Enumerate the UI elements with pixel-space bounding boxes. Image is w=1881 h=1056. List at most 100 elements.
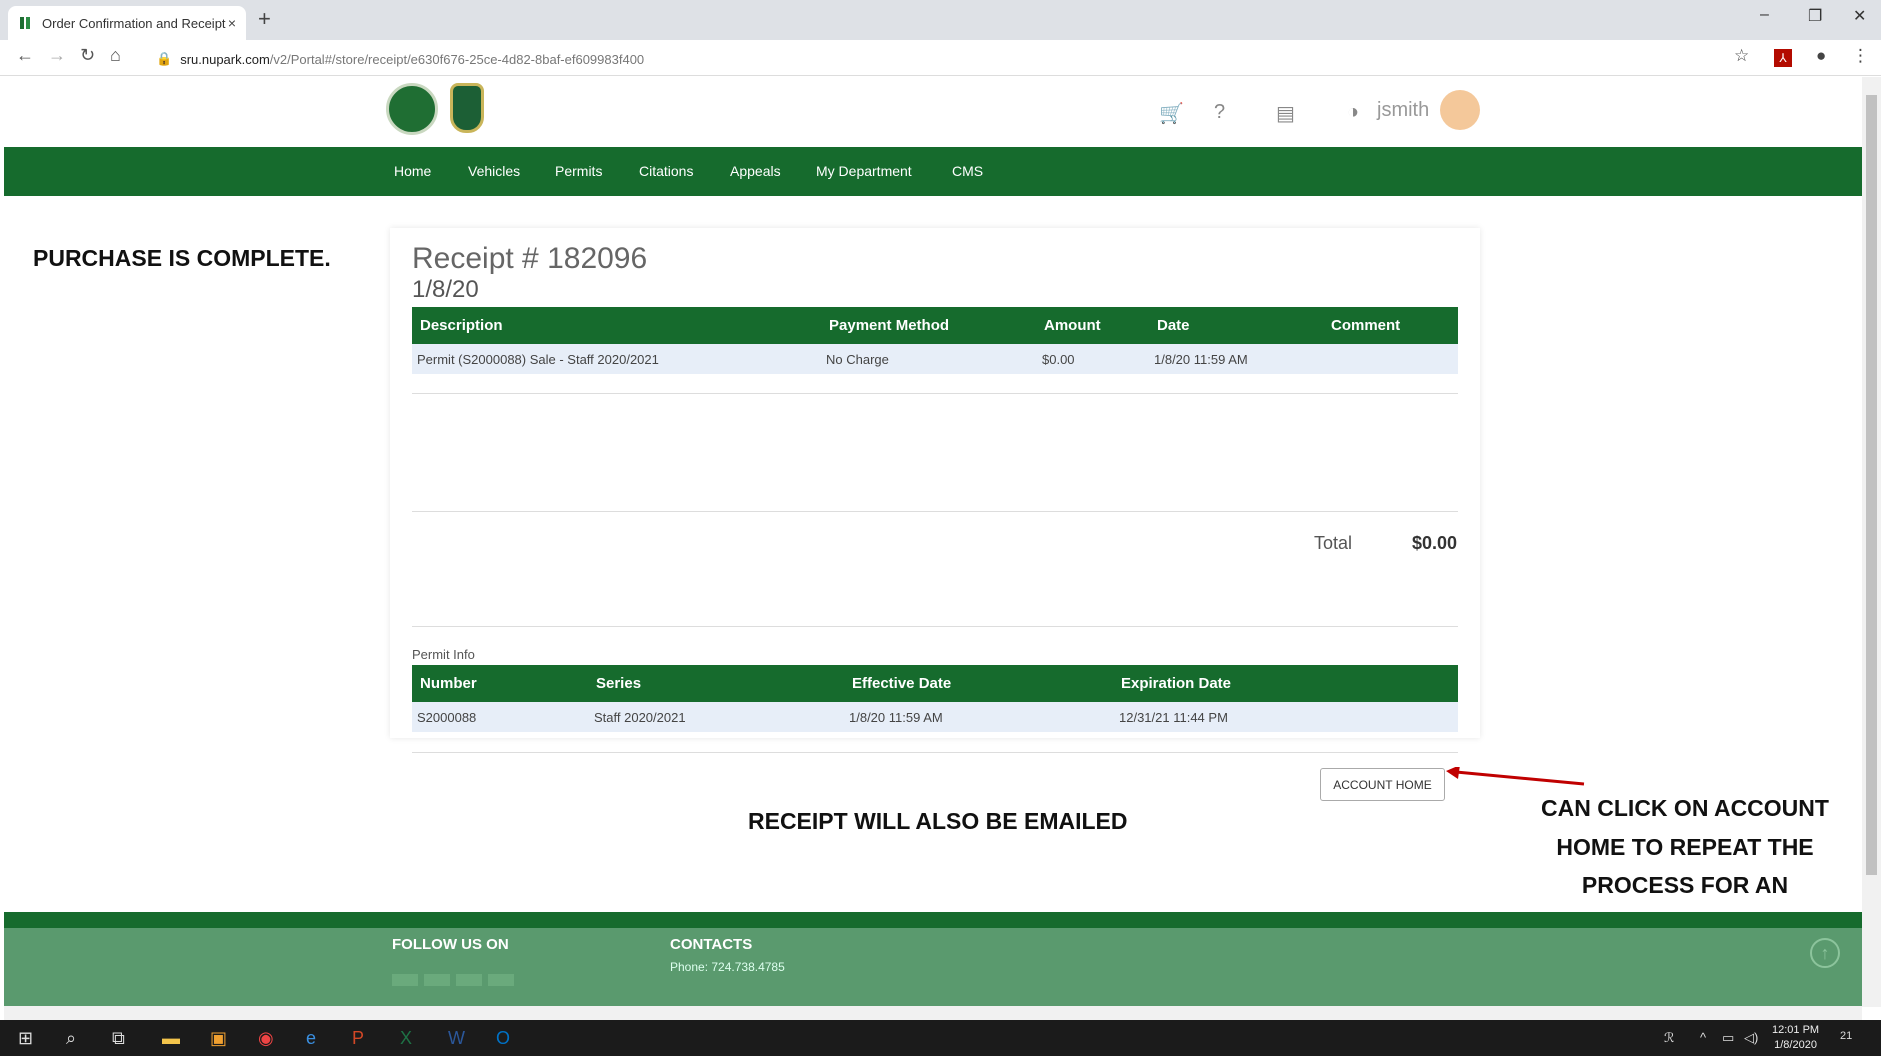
contrast-icon[interactable]: ◑ bbox=[1347, 101, 1359, 124]
youtube-icon[interactable] bbox=[488, 974, 514, 986]
scroll-to-top-icon[interactable]: ↑ bbox=[1810, 938, 1840, 968]
outlook-icon[interactable]: O bbox=[496, 1028, 510, 1049]
nav-cms[interactable]: CMS bbox=[952, 163, 983, 179]
tab-close-icon[interactable]: × bbox=[228, 15, 236, 31]
forward-icon[interactable]: → bbox=[48, 45, 66, 66]
media-app-icon[interactable]: ▣ bbox=[210, 1028, 227, 1049]
permit-info-label: Permit Info bbox=[412, 647, 475, 662]
total-label: Total bbox=[1314, 533, 1353, 553]
horizontal-scrollbar[interactable] bbox=[4, 1006, 1862, 1020]
purchase-complete-note: PURCHASE IS COMPLETE. bbox=[33, 245, 331, 271]
nav-my-department[interactable]: My Department bbox=[816, 163, 912, 179]
footer-band bbox=[4, 912, 1862, 928]
file-explorer-icon[interactable]: ▬ bbox=[162, 1028, 180, 1049]
cell-payment-method: No Charge bbox=[826, 352, 889, 367]
total-value: $0.00 bbox=[1412, 533, 1458, 553]
tab-title: Order Confirmation and Receipt bbox=[42, 15, 226, 31]
nav-appeals[interactable]: Appeals bbox=[730, 163, 781, 179]
internet-explorer-icon[interactable]: e bbox=[306, 1028, 316, 1049]
cell-expiration-date: 12/31/21 11:44 PM bbox=[1119, 710, 1228, 725]
search-icon[interactable]: ⌕ bbox=[66, 1028, 76, 1049]
new-tab-icon[interactable]: + bbox=[258, 6, 271, 32]
lock-icon: 🔒 bbox=[156, 51, 173, 66]
help-icon[interactable]: ? bbox=[1214, 101, 1225, 124]
windows-taskbar: ⊞ ⌕ ⧉ ▬ ▣ ◉ e P X W O ℛ ^ ▭ ◁) 12:01 PM … bbox=[0, 1020, 1881, 1056]
cell-amount: $0.00 bbox=[1042, 352, 1075, 367]
main-nav: Home Vehicles Permits Citations Appeals … bbox=[4, 147, 1862, 196]
back-icon[interactable]: ← bbox=[16, 45, 34, 66]
bookmark-star-icon[interactable]: ☆ bbox=[1734, 46, 1749, 66]
url-host: sru.nupark.com bbox=[180, 51, 270, 67]
word-icon[interactable]: W bbox=[448, 1028, 465, 1049]
cell-number: S2000088 bbox=[417, 710, 477, 725]
receipt-table-header: Description Payment Method Amount Date C… bbox=[412, 307, 1458, 344]
minimize-icon[interactable]: – bbox=[1760, 6, 1769, 24]
task-view-icon[interactable]: ⧉ bbox=[112, 1028, 125, 1049]
address-bar-row: ← → ↻ ⌂ 🔒 sru.nupark.com /v2/Portal#/sto… bbox=[0, 40, 1881, 76]
chrome-icon[interactable]: ◉ bbox=[258, 1028, 274, 1049]
volume-icon[interactable]: ◁) bbox=[1744, 1030, 1758, 1046]
permit-table-header: Number Series Effective Date Expiration … bbox=[412, 665, 1458, 702]
network-icon[interactable]: ▭ bbox=[1722, 1030, 1734, 1046]
nav-citations[interactable]: Citations bbox=[639, 163, 693, 179]
clock-date: 1/8/2020 bbox=[1774, 1039, 1817, 1051]
browser-tab-bar: Order Confirmation and Receipt × + – ❐ ✕ bbox=[0, 0, 1881, 40]
facebook-icon[interactable] bbox=[392, 974, 418, 986]
police-badge-logo bbox=[450, 83, 484, 133]
notification-center-icon[interactable]: 21 bbox=[1840, 1030, 1852, 1042]
restore-icon[interactable]: ❐ bbox=[1808, 6, 1822, 26]
cell-effective-date: 1/8/20 11:59 AM bbox=[849, 710, 943, 725]
contacts-heading: CONTACTS bbox=[670, 936, 753, 953]
table-row: S2000088 Staff 2020/2021 1/8/20 11:59 AM… bbox=[412, 702, 1458, 732]
nav-home[interactable]: Home bbox=[394, 163, 431, 179]
username[interactable]: jsmith bbox=[1377, 99, 1429, 122]
social-links bbox=[392, 974, 514, 986]
follow-us-heading: FOLLOW US ON bbox=[392, 936, 509, 953]
web-page: 🛒 ? ▤ ◑ jsmith Home Vehicles Permits Cit… bbox=[4, 77, 1862, 1007]
avatar[interactable] bbox=[1440, 90, 1480, 130]
clock-time: 12:01 PM bbox=[1772, 1024, 1820, 1036]
url-path: /v2/Portal#/store/receipt/e630f676-25ce-… bbox=[269, 51, 645, 67]
vertical-scrollbar[interactable] bbox=[1862, 77, 1881, 1007]
cart-icon[interactable]: 🛒 bbox=[1159, 101, 1184, 126]
tray-expand-icon[interactable]: ^ bbox=[1700, 1030, 1706, 1045]
receipt-card: Receipt # 182096 1/8/20 Description Paym… bbox=[390, 228, 1480, 801]
system-clock[interactable]: 12:01 PM 1/8/2020 bbox=[1772, 1023, 1819, 1053]
reload-icon[interactable]: ↻ bbox=[80, 45, 95, 66]
account-home-button[interactable]: ACCOUNT HOME bbox=[1320, 768, 1445, 801]
receipt-list-icon[interactable]: ▤ bbox=[1276, 101, 1295, 126]
profile-icon[interactable]: ● bbox=[1816, 46, 1826, 66]
menu-icon[interactable]: ⋮ bbox=[1852, 46, 1869, 66]
window-close-icon[interactable]: ✕ bbox=[1853, 6, 1866, 26]
url-field[interactable]: 🔒 sru.nupark.com /v2/Portal#/store/recei… bbox=[140, 46, 1720, 72]
excel-icon[interactable]: X bbox=[400, 1028, 412, 1049]
browser-tab[interactable]: Order Confirmation and Receipt × bbox=[8, 6, 246, 40]
divider bbox=[412, 752, 1458, 753]
scrollbar-thumb[interactable] bbox=[1866, 95, 1877, 875]
powerpoint-icon[interactable]: P bbox=[352, 1028, 364, 1049]
windows-start-icon[interactable]: ⊞ bbox=[18, 1028, 33, 1049]
contact-phone: Phone: 724.738.4785 bbox=[670, 960, 785, 974]
pdf-extension-icon[interactable]: ⅄ bbox=[1774, 49, 1792, 67]
nav-permits[interactable]: Permits bbox=[555, 163, 602, 179]
col-date: Date bbox=[1157, 317, 1190, 334]
nav-vehicles[interactable]: Vehicles bbox=[468, 163, 520, 179]
col-payment-method: Payment Method bbox=[829, 317, 950, 334]
instagram-icon[interactable] bbox=[456, 974, 482, 986]
table-row: Permit (S2000088) Sale - Staff 2020/2021… bbox=[412, 344, 1458, 374]
site-header: 🛒 ? ▤ ◑ jsmith bbox=[4, 77, 1862, 147]
cell-description: Permit (S2000088) Sale - Staff 2020/2021 bbox=[417, 352, 659, 367]
university-seal-logo[interactable] bbox=[386, 83, 438, 135]
twitter-icon[interactable] bbox=[424, 974, 450, 986]
site-favicon-icon bbox=[20, 17, 30, 29]
home-icon[interactable]: ⌂ bbox=[110, 45, 121, 66]
site-footer: FOLLOW US ON CONTACTS Phone: 724.738.478… bbox=[4, 928, 1862, 1007]
people-icon[interactable]: ℛ bbox=[1664, 1030, 1674, 1046]
col-amount: Amount bbox=[1044, 317, 1101, 334]
divider bbox=[412, 393, 1458, 394]
col-expiration-date: Expiration Date bbox=[1121, 675, 1232, 692]
col-effective-date: Effective Date bbox=[852, 675, 952, 692]
divider bbox=[412, 626, 1458, 627]
col-comment: Comment bbox=[1331, 317, 1401, 334]
col-series: Series bbox=[596, 675, 642, 692]
